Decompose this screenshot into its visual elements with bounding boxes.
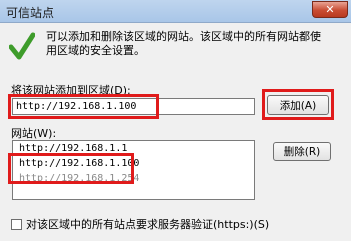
https-checkbox[interactable] xyxy=(11,218,22,230)
remove-button[interactable]: 删除(R) xyxy=(273,142,331,161)
add-button-highlight-box xyxy=(262,89,334,120)
https-option-label: 对该区域中的所有站点要求服务器验证(https:)(S) xyxy=(26,218,270,231)
description-line-1: 可以添加和删除该区域的网站。该区域中的所有网站都使 xyxy=(46,30,321,43)
description-line-2: 用区域的安全设置。 xyxy=(46,44,145,57)
close-button[interactable]: ✕ xyxy=(312,1,348,18)
input-highlight-box xyxy=(8,94,159,119)
window-title: 可信站点 xyxy=(6,6,55,20)
list-item-highlight-box xyxy=(8,153,134,184)
close-icon: ✕ xyxy=(325,3,335,16)
checkmark-icon xyxy=(9,32,35,60)
sites-label: 网站(W): xyxy=(11,127,57,140)
title-bar: 可信站点 ✕ xyxy=(0,0,351,23)
zone-description: 可以添加和删除该区域的网站。该区域中的所有网站都使 用区域的安全设置。 xyxy=(46,30,346,58)
https-option[interactable]: 对该区域中的所有站点要求服务器验证(https:)(S) xyxy=(11,216,269,232)
